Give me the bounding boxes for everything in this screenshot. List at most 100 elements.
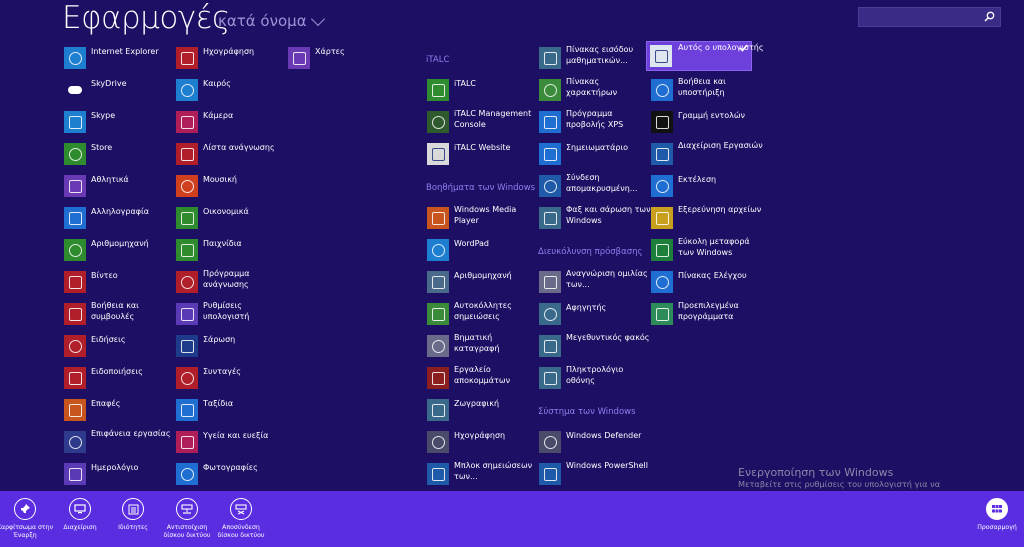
app-label: Βοήθεια και συμβουλές — [91, 301, 139, 321]
app-tile[interactable]: Μεγεθυντικός φακός — [539, 332, 650, 360]
app-label: WordPad — [454, 239, 490, 248]
app-tile[interactable]: iTALC — [427, 76, 537, 104]
manage-button[interactable]: Διαχείριση — [51, 498, 109, 532]
disconnect-network-drive-button[interactable]: Αποσύνδεση δίσκου δικτύου — [212, 498, 270, 540]
help-icon — [651, 79, 673, 101]
app-tile[interactable]: Μπλοκ σημειώσεων των... — [427, 460, 537, 488]
wordpad-icon — [427, 239, 449, 261]
app-tile[interactable]: Ειδήσεις — [64, 332, 174, 360]
app-tile[interactable]: Οικονομικά — [176, 204, 286, 232]
app-tile[interactable]: Βοήθεια και συμβουλές — [64, 300, 174, 328]
help-tips-icon — [64, 303, 86, 325]
app-tile[interactable]: Windows Media Player — [427, 204, 537, 232]
app-tile[interactable]: iTALC Website — [427, 140, 537, 168]
app-tile[interactable]: Αριθμομηχανή — [64, 236, 174, 264]
app-label: Προεπιλεγμένα προγράμματα — [678, 301, 739, 321]
app-tile[interactable]: Πρόγραμμα προβολής XPS — [539, 108, 649, 136]
app-tile[interactable]: Κάμερα — [176, 108, 286, 136]
app-tile[interactable]: Βοήθεια και υποστήριξη — [651, 76, 761, 104]
properties-button[interactable]: Ιδιότητες — [104, 498, 162, 532]
app-tile[interactable]: Πίνακας εισόδου μαθηματικών... — [539, 44, 649, 72]
app-tile[interactable]: WordPad — [427, 236, 537, 264]
app-tile[interactable]: Skype — [64, 108, 174, 136]
app-tile[interactable]: Ρυθμίσεις υπολογιστή — [176, 300, 286, 328]
pin-to-start-button[interactable]: Καρφίτσωμα στην Έναρξη — [0, 498, 54, 540]
app-tile[interactable]: Διαχείριση Εργασιών — [651, 140, 763, 168]
app-tile[interactable]: Σημειωματάριο — [539, 140, 649, 168]
search-box[interactable] — [858, 7, 1001, 27]
news-icon — [64, 335, 86, 357]
app-tile[interactable]: Παιχνίδια — [176, 236, 286, 264]
app-tile[interactable]: Πρόγραμμα ανάγνωσης — [176, 268, 286, 296]
app-tile[interactable]: Εξερεύνηση αρχείων — [651, 204, 761, 232]
app-tile[interactable]: Εκτέλεση — [651, 172, 761, 200]
app-tile[interactable]: Γραμμή εντολών — [651, 108, 761, 136]
app-tile[interactable]: Λίστα ανάγνωσης — [176, 140, 286, 168]
app-tile[interactable]: Αλληλογραφία — [64, 204, 174, 232]
app-tile[interactable]: Καιρός — [176, 76, 286, 104]
activation-title: Ενεργοποίηση των Windows — [738, 466, 894, 479]
app-tile[interactable]: Αθλητικά — [64, 172, 174, 200]
app-tile[interactable]: Σάρωση — [176, 332, 286, 360]
app-tile[interactable]: Ηχογράφηση — [427, 428, 537, 456]
app-tile[interactable]: Συνταγές — [176, 364, 286, 392]
notepad-icon — [427, 463, 449, 485]
app-tile[interactable]: Αφηγητής — [539, 300, 649, 328]
app-label: Αριθμομηχανή — [91, 239, 149, 248]
app-tile[interactable]: Αυτοκόλλητες σημειώσεις — [427, 300, 537, 328]
app-label: Ρυθμίσεις υπολογιστή — [203, 301, 250, 321]
app-tile[interactable]: Αυτός ο υπολογιστής — [646, 41, 764, 71]
app-tile[interactable]: SkyDrive — [64, 76, 174, 104]
app-tile[interactable]: Πληκτρολόγιο οθόνης — [539, 364, 649, 392]
app-label: Υγεία και ευεξία — [203, 431, 269, 440]
app-tile[interactable]: Windows PowerShell — [539, 460, 649, 488]
app-label: Αριθμομηχανή — [454, 271, 512, 280]
app-tile[interactable]: Ζωγραφική — [427, 396, 537, 424]
sort-dropdown[interactable]: κατά όνομα — [218, 11, 325, 30]
customize-button[interactable]: Προσαρμογή — [968, 498, 1024, 532]
checkmark-icon — [739, 44, 748, 52]
app-label: Αφηγητής — [566, 303, 607, 312]
steps-recorder-icon — [427, 335, 449, 357]
app-tile[interactable]: Εργαλείο αποκομμάτων — [427, 364, 537, 392]
app-tile[interactable]: Βίντεο — [64, 268, 174, 296]
app-tile[interactable]: Επαφές — [64, 396, 174, 424]
map-network-drive-button[interactable]: Αντιστοίχιση δίσκου δικτύου — [158, 498, 216, 540]
app-tile[interactable]: Store — [64, 140, 174, 168]
app-tile[interactable]: Βηματική καταγραφή — [427, 332, 537, 360]
app-tile[interactable]: Σύνδεση απομακρυσμένη... — [539, 172, 649, 200]
app-tile[interactable]: Ημερολόγιο — [64, 460, 174, 488]
app-tile[interactable]: Επιφάνεια εργασίας — [64, 428, 174, 456]
app-tile[interactable]: Ταξίδια — [176, 396, 286, 424]
app-label: Βίντεο — [91, 271, 118, 280]
camera-icon — [176, 111, 198, 133]
app-tile[interactable]: iTALC Management Console — [427, 108, 537, 136]
app-label: Φαξ και σάρωση των Windows — [566, 205, 651, 225]
app-tile[interactable]: Πίνακας Ελέγχου — [651, 268, 761, 296]
app-label: Πρόγραμμα ανάγνωσης — [203, 269, 250, 289]
app-tile[interactable]: Χάρτες — [288, 44, 398, 72]
app-tile[interactable]: Εύκολη μεταφορά των Windows — [651, 236, 761, 264]
app-tile[interactable]: Αριθμομηχανή — [427, 268, 537, 296]
app-tile[interactable]: Ηχογράφηση — [176, 44, 286, 72]
website-icon — [427, 143, 449, 165]
app-tile[interactable]: Φαξ και σάρωση των Windows — [539, 204, 651, 232]
app-label: Εύκολη μεταφορά των Windows — [678, 237, 750, 257]
app-tile[interactable]: Windows Defender — [539, 428, 649, 456]
reader-icon — [176, 271, 198, 293]
app-tile[interactable]: Προεπιλεγμένα προγράμματα — [651, 300, 761, 328]
search-input[interactable] — [861, 9, 983, 26]
app-label: Μεγεθυντικός φακός — [566, 333, 650, 342]
app-tile[interactable]: Αναγνώριση ομιλίας των... — [539, 268, 649, 296]
app-label: Ηχογράφηση — [454, 431, 506, 440]
app-label: Ζωγραφική — [454, 399, 500, 408]
app-tile[interactable]: Φωτογραφίες — [176, 460, 286, 488]
narrator-icon — [539, 303, 561, 325]
media-player-icon — [427, 207, 449, 229]
search-button[interactable] — [980, 8, 1000, 26]
app-tile[interactable]: Internet Explorer — [64, 44, 174, 72]
app-tile[interactable]: Μουσική — [176, 172, 286, 200]
app-tile[interactable]: Ειδοποιήσεις — [64, 364, 174, 392]
app-tile[interactable]: Υγεία και ευεξία — [176, 428, 286, 456]
app-tile[interactable]: Πίνακας χαρακτήρων — [539, 76, 649, 104]
